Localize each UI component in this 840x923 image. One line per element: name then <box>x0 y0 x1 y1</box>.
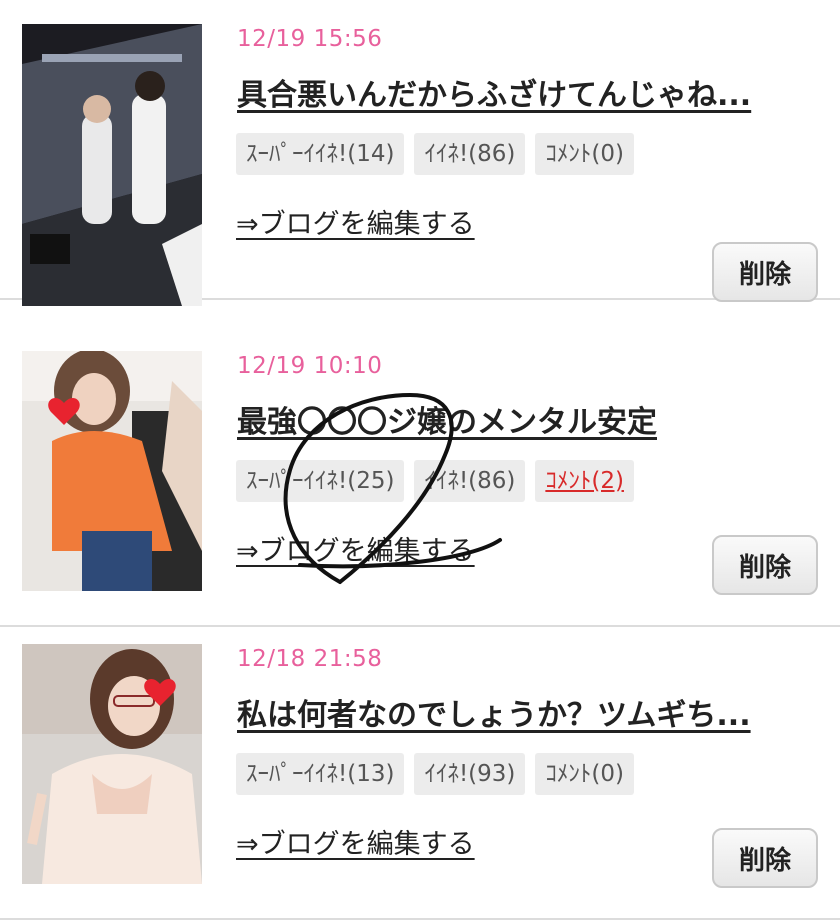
like-count[interactable]: ｲｲﾈ!(86) <box>414 133 526 175</box>
super-like-count[interactable]: ｽｰﾊﾟｰｲｲﾈ!(13) <box>236 753 405 795</box>
entry-title[interactable]: 具合悪いんだからふざけてんじゃね... <box>237 70 751 114</box>
entry-thumbnail[interactable] <box>22 644 202 884</box>
delete-button[interactable]: 削除 <box>712 828 818 888</box>
like-count[interactable]: ｲｲﾈ!(93) <box>414 753 526 795</box>
entry-date: 12/19 10:10 <box>237 353 383 379</box>
entry-stats: ｽｰﾊﾟｰｲｲﾈ!(14) ｲｲﾈ!(86) ｺﾒﾝﾄ(0) <box>236 133 634 175</box>
entry-thumbnail[interactable] <box>22 24 202 306</box>
edit-blog-link[interactable]: ⇒ブログを編集する <box>236 822 475 861</box>
blog-entry: 12/18 21:58 私は何者なのでしょうか？ツムギち... ｽｰﾊﾟｰｲｲﾈ… <box>0 630 840 920</box>
delete-button[interactable]: 削除 <box>712 242 818 302</box>
entry-title[interactable]: 最強〇〇〇ジ嬢のメンタル安定 <box>237 397 657 441</box>
blog-entry: 12/19 15:56 具合悪いんだからふざけてんじゃね... ｽｰﾊﾟｰｲｲﾈ… <box>0 10 840 306</box>
edit-blog-link[interactable]: ⇒ブログを編集する <box>236 202 475 241</box>
like-count[interactable]: ｲｲﾈ!(86) <box>414 460 526 502</box>
edit-blog-link[interactable]: ⇒ブログを編集する <box>236 529 475 568</box>
entry-date: 12/19 15:56 <box>237 26 383 52</box>
entry-title[interactable]: 私は何者なのでしょうか？ツムギち... <box>237 690 751 734</box>
comment-count: ｺﾒﾝﾄ(0) <box>535 753 634 795</box>
entry-thumbnail[interactable] <box>22 351 202 591</box>
comment-count: ｺﾒﾝﾄ(0) <box>535 133 634 175</box>
entry-stats: ｽｰﾊﾟｰｲｲﾈ!(25) ｲｲﾈ!(86) ｺﾒﾝﾄ(2) <box>236 460 634 502</box>
super-like-count[interactable]: ｽｰﾊﾟｰｲｲﾈ!(14) <box>236 133 405 175</box>
delete-button[interactable]: 削除 <box>712 535 818 595</box>
comment-link[interactable]: ｺﾒﾝﾄ(2) <box>535 460 634 502</box>
blog-entry: 12/19 10:10 最強〇〇〇ジ嬢のメンタル安定 ｽｰﾊﾟｰｲｲﾈ!(25)… <box>0 337 840 627</box>
super-like-count[interactable]: ｽｰﾊﾟｰｲｲﾈ!(25) <box>236 460 405 502</box>
entry-stats: ｽｰﾊﾟｰｲｲﾈ!(13) ｲｲﾈ!(93) ｺﾒﾝﾄ(0) <box>236 753 634 795</box>
entry-date: 12/18 21:58 <box>237 646 383 672</box>
